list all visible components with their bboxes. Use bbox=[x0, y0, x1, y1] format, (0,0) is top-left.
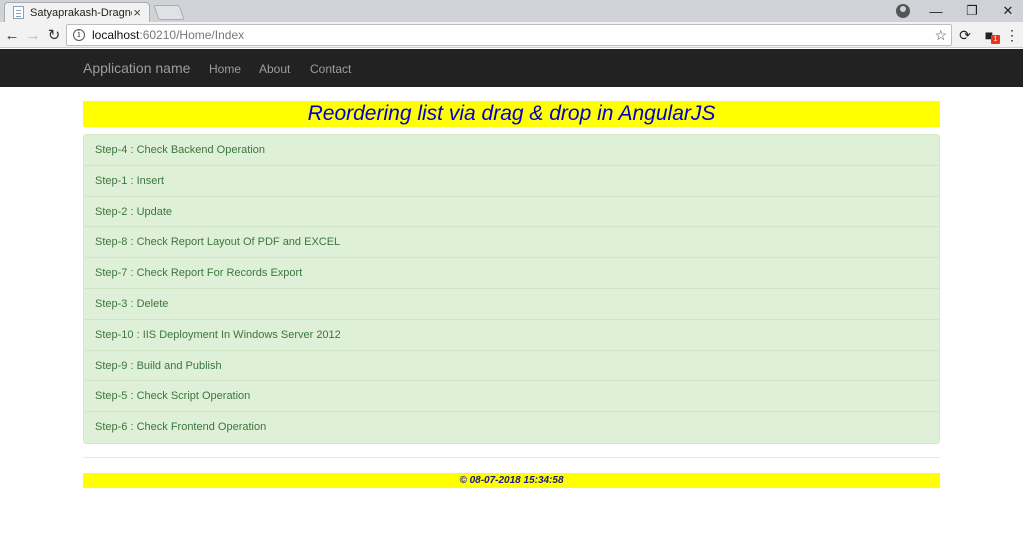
url-path: :60210/Home/Index bbox=[139, 28, 245, 42]
profile-icon[interactable] bbox=[896, 4, 910, 18]
tab-title: Satyaprakash-DragndDro bbox=[30, 6, 132, 19]
url-host: localhost bbox=[92, 28, 140, 42]
back-arrow-icon[interactable]: ← bbox=[2, 25, 22, 45]
browser-tab[interactable]: Satyaprakash-DragndDro × bbox=[4, 2, 150, 22]
browser-menu-icon[interactable]: ⋮ bbox=[1003, 26, 1021, 44]
browser-toolbar: ← → ↻ i localhost:60210/Home/Index ☆ bbox=[0, 22, 1023, 48]
list-item[interactable]: Step-9 : Build and Publish bbox=[84, 351, 939, 382]
page-title: Reordering list via drag & drop in Angul… bbox=[83, 101, 940, 127]
browser-tabstrip: Satyaprakash-DragndDro × — ❐ ✕ bbox=[0, 0, 1023, 22]
list-item[interactable]: Step-5 : Check Script Operation bbox=[84, 381, 939, 413]
info-icon[interactable]: i bbox=[73, 29, 85, 41]
window-close-icon[interactable]: ✕ bbox=[986, 0, 1023, 22]
brand-link[interactable]: Application name bbox=[83, 60, 190, 76]
tab-close-icon[interactable]: × bbox=[133, 5, 141, 20]
extension-sync-icon[interactable]: ⟳ bbox=[956, 26, 974, 44]
address-bar[interactable]: i localhost:60210/Home/Index ☆ bbox=[66, 24, 952, 46]
footer-divider bbox=[83, 457, 940, 458]
new-tab-button[interactable] bbox=[153, 5, 185, 20]
sortable-list: Step-4 : Check Backend Operation Step-1 … bbox=[83, 134, 940, 444]
bookmark-star-icon[interactable]: ☆ bbox=[934, 27, 947, 44]
extension-badge-icon[interactable]: ■ 1 bbox=[980, 26, 1000, 44]
footer-timestamp: © 08-07-2018 15:34:58 bbox=[83, 473, 940, 488]
nav-link-contact[interactable]: Contact bbox=[310, 62, 351, 76]
list-item[interactable]: Step-2 : Update bbox=[84, 197, 939, 228]
page-favicon-icon bbox=[13, 6, 24, 19]
reload-icon[interactable]: ↻ bbox=[44, 25, 64, 45]
list-item[interactable]: Step-6 : Check Frontend Operation bbox=[84, 412, 939, 443]
list-item[interactable]: Step-3 : Delete bbox=[84, 289, 939, 320]
list-item[interactable]: Step-4 : Check Backend Operation bbox=[84, 135, 939, 166]
list-item[interactable]: Step-1 : Insert bbox=[84, 166, 939, 197]
nav-link-home[interactable]: Home bbox=[209, 62, 241, 76]
list-item[interactable]: Step-8 : Check Report Layout Of PDF and … bbox=[84, 227, 939, 259]
extension-badge-count: 1 bbox=[991, 35, 1000, 44]
list-item[interactable]: Step-10 : IIS Deployment In Windows Serv… bbox=[84, 320, 939, 351]
nav-link-about[interactable]: About bbox=[259, 62, 290, 76]
site-navbar: Application name Home About Contact bbox=[0, 49, 1023, 87]
list-item[interactable]: Step-7 : Check Report For Records Export bbox=[84, 258, 939, 289]
forward-arrow-icon[interactable]: → bbox=[23, 25, 43, 45]
